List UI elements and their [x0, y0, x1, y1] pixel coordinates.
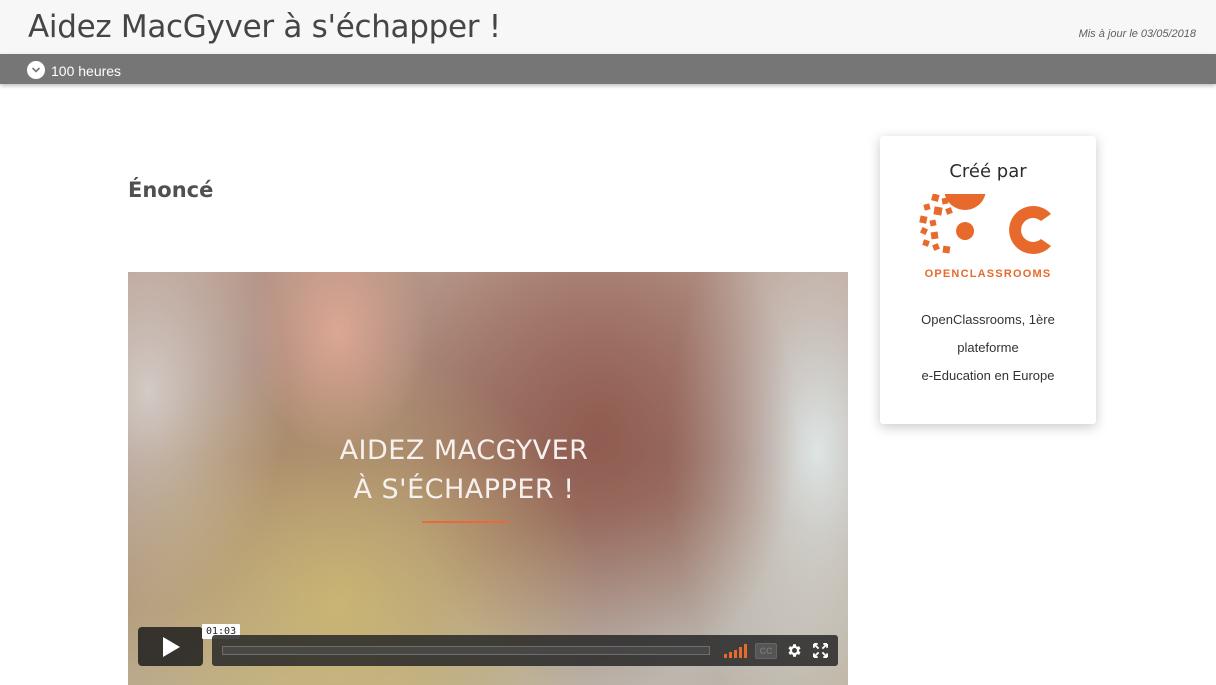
last-updated-date: Mis à jour le 03/05/2018: [1078, 28, 1196, 40]
top-header: Aidez MacGyver à s'échapper ! Mis à jour…: [0, 0, 1216, 54]
logo-wordmark: OPENCLASSROOMS: [924, 268, 1052, 280]
creator-description-line-1: OpenClassrooms, 1ère: [921, 312, 1055, 327]
video-title-overlay: AIDEZ MACGYVER À S'ÉCHAPPER !: [128, 434, 800, 507]
creator-description-line-3: e-Education en Europe: [921, 368, 1055, 383]
video-title-line-2: À S'ÉCHAPPER !: [353, 474, 575, 505]
course-duration: 100 heures: [51, 63, 122, 79]
fullscreen-icon[interactable]: [813, 643, 828, 658]
play-icon: [162, 636, 180, 657]
video-title-underline: [422, 521, 508, 523]
section-heading: Énoncé: [128, 178, 214, 202]
creator-description: OpenClassrooms, 1ère plateforme e-Educat…: [880, 306, 1096, 390]
video-progress-bar[interactable]: [222, 646, 710, 655]
chevron-down-icon[interactable]: [27, 61, 45, 79]
creator-card: Créé par OPENCLASSROOMS OpenClassrooms, …: [880, 136, 1096, 424]
play-button[interactable]: [138, 627, 203, 666]
volume-icon[interactable]: [723, 644, 749, 658]
closed-captions-button[interactable]: CC: [755, 643, 777, 659]
video-player[interactable]: AIDEZ MACGYVER À S'ÉCHAPPER ! 01:03 CC: [128, 272, 848, 685]
page-title: Aidez MacGyver à s'échapper !: [28, 9, 501, 45]
creator-description-line-2: plateforme: [957, 340, 1019, 355]
creator-card-title: Créé par: [949, 161, 1027, 182]
duration-bar: 100 heures: [0, 54, 1216, 84]
video-control-bar: CC: [212, 635, 838, 666]
gear-icon[interactable]: [786, 642, 803, 659]
video-title-line-1: AIDEZ MACGYVER: [339, 435, 589, 466]
